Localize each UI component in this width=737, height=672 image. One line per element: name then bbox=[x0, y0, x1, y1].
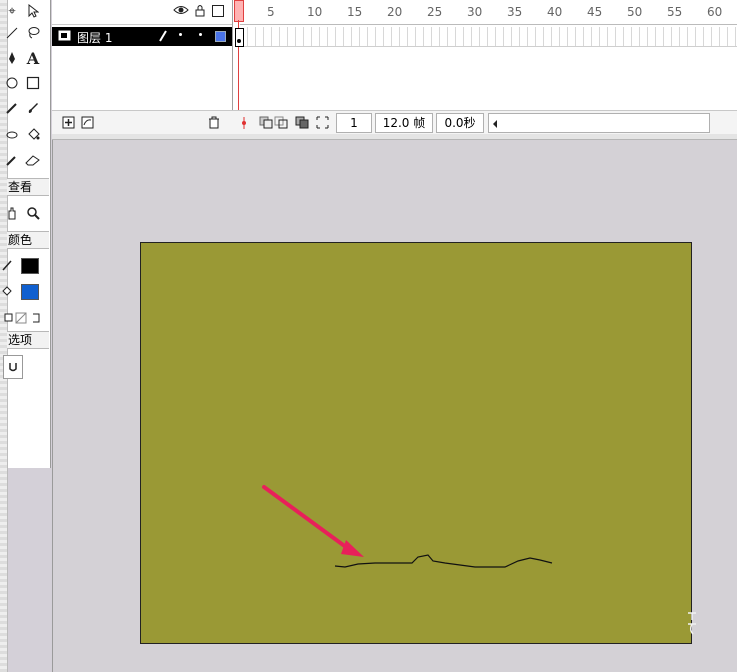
stage-drawings bbox=[262, 485, 553, 568]
drawn-line bbox=[334, 554, 553, 568]
annotation-arrowhead bbox=[341, 540, 364, 557]
watermark-glyph bbox=[685, 610, 699, 638]
annotation-arrow bbox=[262, 485, 352, 552]
